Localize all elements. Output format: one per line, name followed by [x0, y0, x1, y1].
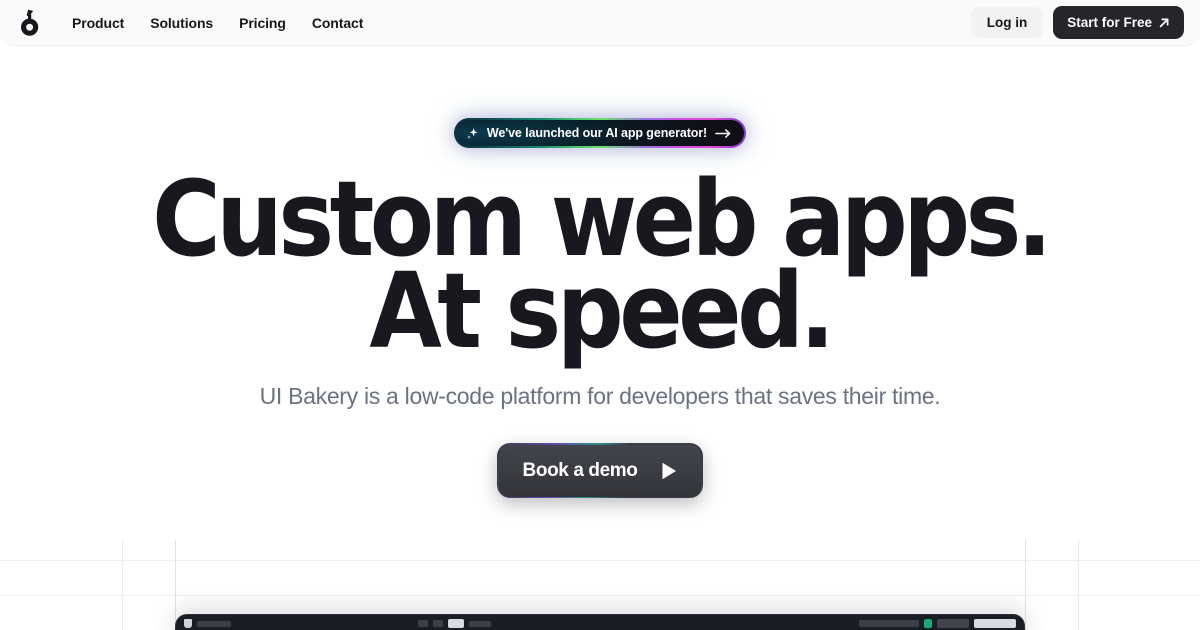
app-preview-logo-icon [184, 619, 192, 628]
app-preview-title-placeholder [197, 620, 231, 627]
login-button[interactable]: Log in [970, 7, 1044, 38]
header-actions: Log in Start for Free [970, 6, 1184, 39]
app-preview-device-icon [448, 619, 464, 628]
grid-line-horizontal [0, 560, 1200, 561]
grid-line-vertical [1025, 540, 1026, 630]
start-for-free-button[interactable]: Start for Free [1053, 6, 1184, 39]
app-preview-actions [859, 619, 1016, 628]
nav-item-contact[interactable]: Contact [312, 15, 364, 31]
hero-subheadline: UI Bakery is a low-code platform for dev… [259, 383, 941, 410]
app-preview-toolbar [176, 615, 1024, 630]
hero-section: We've launched our AI app generator! Cus… [0, 46, 1200, 499]
nav-item-product[interactable]: Product [72, 15, 124, 31]
app-preview-center-controls [418, 619, 491, 628]
app-preview-screenshot[interactable] [175, 614, 1025, 630]
hero-headline: Custom web apps. At speed. [152, 167, 1052, 362]
app-preview-control [859, 620, 919, 627]
app-preview-primary-button [974, 619, 1016, 628]
grid-line-horizontal [0, 595, 1200, 596]
app-preview-brand [184, 619, 231, 628]
uibakery-logo-icon[interactable] [16, 8, 44, 38]
book-a-demo-button[interactable]: Book a demo [497, 443, 703, 499]
app-preview-control [469, 620, 491, 627]
app-preview-control [937, 619, 969, 628]
site-header: Product Solutions Pricing Contact Log in… [0, 0, 1200, 46]
grid-line-vertical [122, 540, 123, 630]
sparkle-icon [466, 127, 479, 140]
announcement-text: We've launched our AI app generator! [486, 126, 708, 140]
play-icon [655, 458, 681, 484]
app-preview-control [433, 620, 443, 627]
app-preview-status-badge [924, 619, 932, 628]
grid-line-vertical [175, 540, 176, 630]
arrow-up-right-icon [1158, 17, 1170, 29]
nav-item-pricing[interactable]: Pricing [239, 15, 286, 31]
announcement-badge[interactable]: We've launched our AI app generator! [453, 118, 747, 148]
nav-item-solutions[interactable]: Solutions [150, 15, 213, 31]
start-for-free-label: Start for Free [1067, 15, 1152, 30]
arrow-right-icon [715, 128, 732, 139]
main-nav: Product Solutions Pricing Contact [72, 15, 363, 31]
app-preview-control [418, 620, 428, 627]
book-a-demo-label: Book a demo [522, 459, 638, 481]
grid-line-vertical [1078, 540, 1079, 630]
